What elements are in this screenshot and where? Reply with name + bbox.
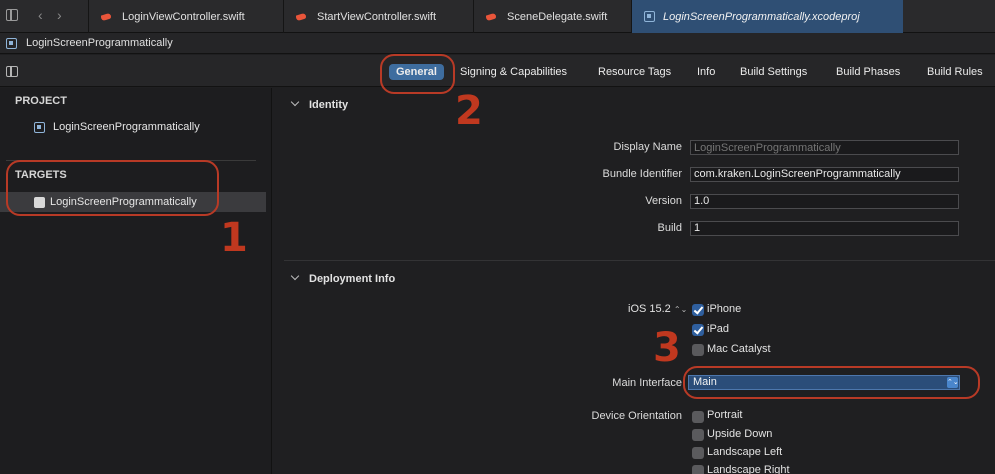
general-settings-panel: Identity Display Name Bundle Identifier … xyxy=(272,88,995,474)
tab-xcodeproj[interactable]: LoginScreenProgrammatically.xcodeproj xyxy=(631,0,903,33)
breadcrumb-project[interactable]: LoginScreenProgrammatically xyxy=(26,37,173,49)
device-orientation-label: Device Orientation xyxy=(591,410,683,422)
landscape-left-label: Landscape Left xyxy=(707,446,783,458)
editor-tab-bar: ‹ › LoginViewController.swift StartViewC… xyxy=(0,0,995,33)
tab-label: LoginViewController.swift xyxy=(122,10,245,23)
main-interface-label: Main Interface xyxy=(612,377,682,389)
ipad-label: iPad xyxy=(707,323,730,335)
upside-down-checkbox[interactable] xyxy=(692,429,704,441)
stepper-icon: ⌃⌄ xyxy=(673,305,688,314)
annotation-ring-general xyxy=(380,54,455,94)
version-field[interactable]: 1.0 xyxy=(690,194,959,209)
breadcrumb[interactable]: LoginScreenProgrammatically xyxy=(0,33,995,54)
swift-file-icon xyxy=(296,12,306,22)
chevron-down-icon xyxy=(290,271,300,281)
xcodeproj-icon xyxy=(34,121,45,133)
build-label: Build xyxy=(657,222,682,234)
xcodeproj-icon xyxy=(644,11,655,22)
deployment-info-section-header[interactable]: Deployment Info xyxy=(290,271,395,285)
tab-build-phases[interactable]: Build Phases xyxy=(836,64,900,80)
identity-section-header[interactable]: Identity xyxy=(290,97,348,111)
version-label: Version xyxy=(645,195,682,207)
tab-build-settings[interactable]: Build Settings xyxy=(740,64,807,80)
ipad-checkbox[interactable] xyxy=(692,324,704,336)
project-section-header: PROJECT xyxy=(15,95,67,107)
tab-label: LoginScreenProgrammatically.xcodeproj xyxy=(663,10,860,23)
forward-arrow-icon[interactable]: › xyxy=(57,8,62,22)
annotation-ring-main-interface xyxy=(683,366,980,399)
landscape-right-label: Landscape Right xyxy=(707,464,790,474)
tab-resource-tags[interactable]: Resource Tags xyxy=(598,64,671,80)
ios-version-popup[interactable]: iOS 15.2 ⌃⌄ xyxy=(628,303,687,315)
project-item[interactable]: LoginScreenProgrammatically xyxy=(34,121,200,133)
back-arrow-icon[interactable]: ‹ xyxy=(38,8,43,22)
tab-label: SceneDelegate.swift xyxy=(507,10,608,23)
portrait-checkbox[interactable] xyxy=(692,411,704,423)
build-field[interactable]: 1 xyxy=(690,221,959,236)
section-divider xyxy=(284,260,995,261)
landscape-left-checkbox[interactable] xyxy=(692,447,704,459)
annotation-number-2: 2 xyxy=(455,88,483,134)
swift-file-icon xyxy=(101,12,111,22)
project-item-label: LoginScreenProgrammatically xyxy=(53,121,200,133)
tab-build-rules[interactable]: Build Rules xyxy=(927,64,983,80)
project-editor-toolbar: General Signing & Capabilities Resource … xyxy=(0,55,995,87)
project-navigator: PROJECT LoginScreenProgrammatically TARG… xyxy=(0,88,272,474)
tab-label: StartViewController.swift xyxy=(317,10,437,23)
annotation-number-3: 3 xyxy=(653,325,681,371)
annotation-ring-targets xyxy=(6,160,219,216)
iphone-checkbox[interactable] xyxy=(692,304,704,316)
landscape-right-checkbox[interactable] xyxy=(692,465,704,474)
display-name-field[interactable] xyxy=(690,140,959,155)
hide-navigator-icon[interactable] xyxy=(6,66,18,77)
iphone-label: iPhone xyxy=(707,303,742,315)
bundle-identifier-field[interactable]: com.kraken.LoginScreenProgrammatically xyxy=(690,167,959,182)
swift-file-icon xyxy=(486,12,496,22)
tab-scene-delegate[interactable]: SceneDelegate.swift xyxy=(473,0,631,33)
mac-catalyst-checkbox[interactable] xyxy=(692,344,704,356)
xcodeproj-icon xyxy=(6,37,17,49)
tab-login-view-controller[interactable]: LoginViewController.swift xyxy=(88,0,283,33)
mac-catalyst-label: Mac Catalyst xyxy=(707,343,771,355)
tab-start-view-controller[interactable]: StartViewController.swift xyxy=(283,0,473,33)
tab-signing-capabilities[interactable]: Signing & Capabilities xyxy=(460,64,567,80)
annotation-number-1: 1 xyxy=(220,215,248,261)
portrait-label: Portrait xyxy=(707,409,743,421)
tab-info[interactable]: Info xyxy=(697,64,715,80)
sidebar-toggle-icon[interactable] xyxy=(6,9,18,21)
bundle-identifier-label: Bundle Identifier xyxy=(602,168,683,180)
chevron-down-icon xyxy=(290,97,300,107)
ios-version-label: iOS 15.2 xyxy=(628,303,671,315)
display-name-label: Display Name xyxy=(613,141,682,153)
upside-down-label: Upside Down xyxy=(707,428,773,440)
